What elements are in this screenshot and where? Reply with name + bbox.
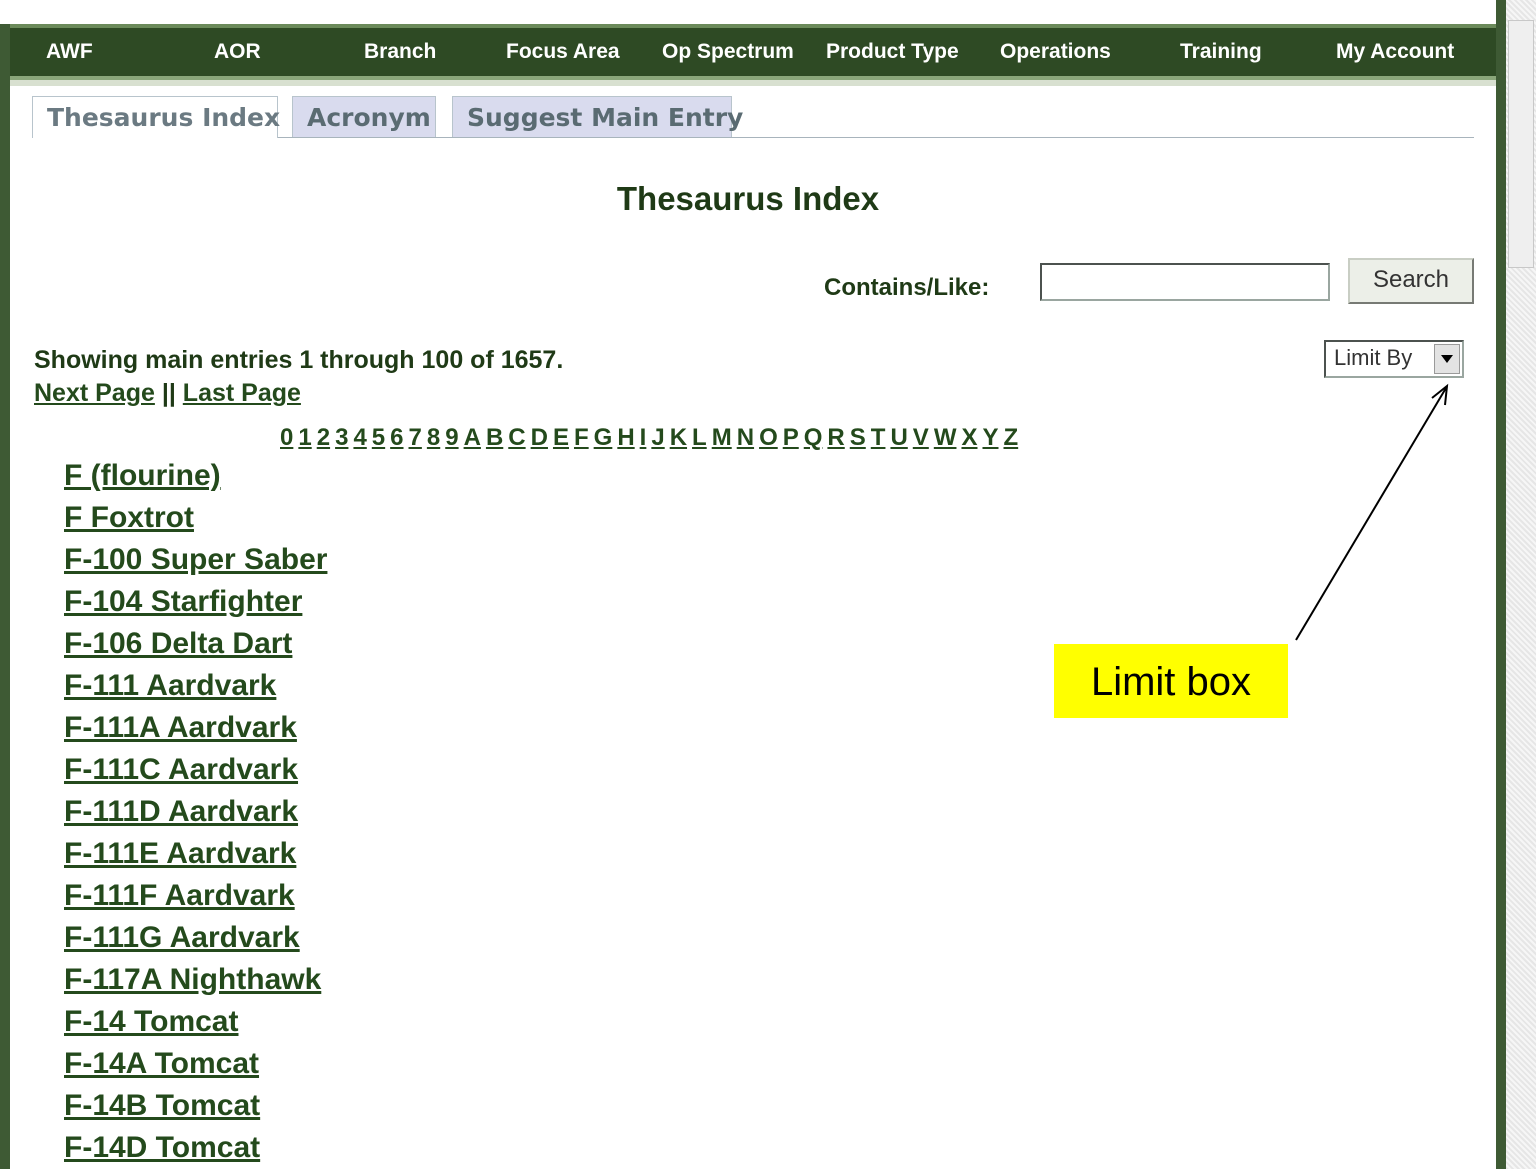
alphabet-link-a[interactable]: A [464, 424, 481, 451]
entry-link[interactable]: F-106 Delta Dart [64, 626, 327, 668]
nav-item-awf[interactable]: AWF [46, 40, 93, 64]
tab-thesaurus-index[interactable]: Thesaurus Index [32, 96, 280, 138]
search-button[interactable]: Search [1348, 258, 1474, 304]
next-page-link[interactable]: Next Page [34, 379, 155, 407]
alphabet-link-m[interactable]: M [712, 424, 732, 451]
entry-link[interactable]: F-111A Aardvark [64, 710, 327, 752]
window-top-strip [0, 0, 1536, 24]
nav-item-training[interactable]: Training [1180, 40, 1262, 64]
last-page-link[interactable]: Last Page [183, 379, 301, 407]
alphabet-link-h[interactable]: H [617, 424, 634, 451]
alphabet-link-s[interactable]: S [850, 424, 866, 451]
entry-link[interactable]: F-14D Tomcat [64, 1130, 327, 1172]
alphabet-link-8[interactable]: 8 [427, 424, 440, 451]
nav-item-op-spectrum[interactable]: Op Spectrum [662, 40, 794, 64]
alphabet-link-6[interactable]: 6 [390, 424, 403, 451]
nav-item-product-type[interactable]: Product Type [826, 40, 959, 64]
alphabet-link-w[interactable]: W [934, 424, 957, 451]
alphabet-link-0[interactable]: 0 [280, 424, 293, 451]
alphabet-link-7[interactable]: 7 [409, 424, 422, 451]
results-summary: Showing main entries 1 through 100 of 16… [34, 346, 564, 374]
alphabet-link-5[interactable]: 5 [372, 424, 385, 451]
alphabet-link-i[interactable]: I [640, 424, 647, 451]
alphabet-link-b[interactable]: B [486, 424, 503, 451]
page-title: Thesaurus Index [616, 180, 880, 217]
alphabet-link-3[interactable]: 3 [335, 424, 348, 451]
nav-item-aor[interactable]: AOR [214, 40, 261, 64]
frame-right-border [1496, 0, 1506, 1169]
entry-link[interactable]: F (flourine) [64, 458, 327, 500]
alphabet-link-n[interactable]: N [737, 424, 754, 451]
alphabet-link-z[interactable]: Z [1004, 424, 1019, 451]
nav-item-operations[interactable]: Operations [1000, 40, 1111, 64]
alphabet-link-9[interactable]: 9 [445, 424, 458, 451]
entry-link[interactable]: F-104 Starfighter [64, 584, 327, 626]
search-input[interactable] [1040, 263, 1330, 301]
entry-link[interactable]: F-111C Aardvark [64, 752, 327, 794]
alphabet-link-u[interactable]: U [890, 424, 907, 451]
alphabet-link-l[interactable]: L [692, 424, 707, 451]
alphabet-link-o[interactable]: O [759, 424, 778, 451]
alphabet-link-p[interactable]: P [783, 424, 799, 451]
alphabet-link-j[interactable]: J [651, 424, 664, 451]
alphabet-link-g[interactable]: G [594, 424, 613, 451]
alphabet-link-2[interactable]: 2 [317, 424, 330, 451]
entry-list: F (flourine) F Foxtrot F-100 Super Saber F-… [64, 458, 327, 1172]
entry-link[interactable]: F-14 Tomcat [64, 1004, 327, 1046]
nav-item-focus-area[interactable]: Focus Area [506, 40, 620, 64]
alphabet-link-1[interactable]: 1 [298, 424, 311, 451]
limit-by-value: Limit By [1334, 345, 1413, 370]
entry-link[interactable]: F-111D Aardvark [64, 794, 327, 836]
alphabet-link-r[interactable]: R [827, 424, 844, 451]
entry-link[interactable]: F-100 Super Saber [64, 542, 327, 584]
entry-link[interactable]: F-111G Aardvark [64, 920, 327, 962]
tab-acronym[interactable]: Acronym [292, 96, 436, 138]
nav-bevel-divider [10, 80, 1496, 86]
alphabet-link-d[interactable]: D [531, 424, 548, 451]
alphabet-link-k[interactable]: K [670, 424, 687, 451]
pagination-separator: || [161, 379, 176, 407]
nav-item-my-account[interactable]: My Account [1336, 40, 1454, 64]
main-nav-bar: AWF AOR Branch Focus Area Op Spectrum Pr… [10, 24, 1496, 80]
alphabet-link-c[interactable]: C [508, 424, 525, 451]
alphabet-link-f[interactable]: F [574, 424, 589, 451]
limit-by-select[interactable]: Limit By [1324, 340, 1464, 378]
alphabet-index: 0123456789ABCDEFGHIJKLMNOPQRSTUVWXYZ [280, 424, 1023, 452]
entry-link[interactable]: F-14A Tomcat [64, 1046, 327, 1088]
entry-link[interactable]: F-111E Aardvark [64, 836, 327, 878]
entry-link[interactable]: F-14B Tomcat [64, 1088, 327, 1130]
scrollbar-thumb[interactable] [1508, 20, 1534, 268]
alphabet-link-v[interactable]: V [913, 424, 929, 451]
alphabet-link-q[interactable]: Q [804, 424, 823, 451]
annotation-callout: Limit box [1054, 644, 1288, 718]
search-label: Contains/Like: [824, 274, 990, 301]
entry-link[interactable]: F-111F Aardvark [64, 878, 327, 920]
pagination: Next Page || Last Page [34, 379, 301, 408]
chevron-down-icon[interactable] [1434, 344, 1460, 374]
alphabet-link-x[interactable]: X [961, 424, 977, 451]
alphabet-link-e[interactable]: E [553, 424, 569, 451]
nav-item-branch[interactable]: Branch [364, 40, 436, 64]
tab-strip-divider [278, 137, 1474, 138]
entry-link[interactable]: F-117A Nighthawk [64, 962, 327, 1004]
alphabet-link-t[interactable]: T [871, 424, 886, 451]
tab-suggest-main-entry[interactable]: Suggest Main Entry [452, 96, 743, 138]
entry-link[interactable]: F Foxtrot [64, 500, 327, 542]
alphabet-link-y[interactable]: Y [982, 424, 998, 451]
entry-link[interactable]: F-111 Aardvark [64, 668, 327, 710]
alphabet-link-4[interactable]: 4 [353, 424, 366, 451]
